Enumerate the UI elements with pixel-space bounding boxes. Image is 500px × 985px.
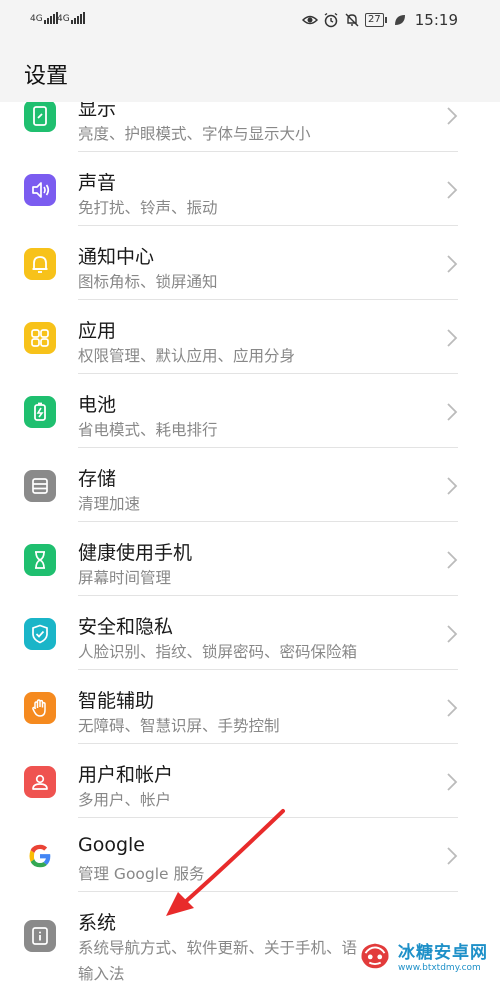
chevron-right-icon: [447, 625, 458, 643]
leaf-icon: [394, 15, 405, 25]
shield-icon: [24, 618, 56, 650]
signal-sim1: 4G: [30, 12, 58, 24]
sim2-label: 4G: [57, 14, 70, 24]
settings-item-apps[interactable]: 应用 权限管理、默认应用、应用分身: [0, 300, 500, 374]
item-title: 用户和帐户: [78, 764, 174, 786]
display-icon: [24, 102, 56, 132]
watermark-logo-icon: [361, 943, 389, 969]
settings-item-battery[interactable]: 电池 省电模式、耗电排行: [0, 374, 500, 448]
item-title: 电池: [78, 394, 117, 416]
item-subtitle: 无障碍、智慧识屏、手势控制: [78, 717, 280, 735]
item-subtitle: 屏幕时间管理: [78, 569, 172, 587]
signal-sim2: 4G: [57, 12, 85, 24]
google-icon: [24, 840, 56, 872]
settings-item-sound[interactable]: 声音 免打扰、铃声、振动: [0, 152, 500, 226]
chevron-right-icon: [447, 773, 458, 791]
item-subtitle: 管理 Google 服务: [78, 865, 205, 883]
item-title: 应用: [78, 320, 117, 342]
settings-item-google[interactable]: Google 管理 Google 服务: [0, 818, 500, 892]
battery-icon: 27: [365, 13, 387, 27]
item-subtitle: 系统导航方式、软件更新、关于手机、语: [78, 939, 358, 957]
chevron-right-icon: [447, 255, 458, 273]
settings-item-storage[interactable]: 存储 清理加速: [0, 448, 500, 522]
chevron-right-icon: [447, 107, 458, 125]
chevron-right-icon: [447, 699, 458, 717]
item-subtitle: 免打扰、铃声、振动: [78, 199, 218, 217]
settings-item-users-accounts[interactable]: 用户和帐户 多用户、帐户: [0, 744, 500, 818]
storage-icon: [24, 470, 56, 502]
item-subtitle-line2: 输入法: [78, 965, 125, 983]
item-title: 安全和隐私: [78, 616, 174, 638]
apps-icon: [24, 322, 56, 354]
signal-bars-icon: [70, 12, 85, 24]
chevron-right-icon: [447, 551, 458, 569]
page-title: 设置: [24, 64, 69, 89]
status-bar: 4G 4G 27 15:19: [0, 0, 500, 42]
settings-list[interactable]: 显示 亮度、护眼模式、字体与显示大小 声音 免打扰、铃声、振动 通知中心 图标角…: [0, 102, 500, 985]
battery-level: 27: [368, 14, 381, 25]
status-icons: 27 15:19: [302, 11, 458, 29]
battery-icon: [24, 396, 56, 428]
item-title: 存储: [78, 468, 117, 490]
status-time: 15:19: [414, 11, 458, 29]
settings-item-accessibility[interactable]: 智能辅助 无障碍、智慧识屏、手势控制: [0, 670, 500, 744]
item-subtitle: 亮度、护眼模式、字体与显示大小: [78, 125, 311, 143]
user-icon: [24, 766, 56, 798]
item-title: 系统: [78, 912, 117, 934]
item-subtitle: 权限管理、默认应用、应用分身: [78, 347, 296, 365]
hand-icon: [24, 692, 56, 724]
bell-off-icon: [345, 13, 359, 27]
item-title: Google: [78, 834, 146, 856]
settings-item-display[interactable]: 显示 亮度、护眼模式、字体与显示大小: [0, 102, 500, 152]
item-title: 智能辅助: [78, 690, 155, 712]
watermark-url: www.btxtdmy.com: [398, 962, 481, 973]
item-subtitle: 清理加速: [78, 495, 141, 513]
item-title: 显示: [78, 102, 117, 120]
eye-icon: [302, 15, 319, 25]
item-title: 声音: [78, 172, 117, 194]
watermark: 冰糖安卓网 www.btxtdmy.com: [356, 935, 496, 975]
item-subtitle: 图标角标、锁屏通知: [78, 273, 218, 291]
watermark-title: 冰糖安卓网: [398, 942, 488, 963]
item-title: 健康使用手机: [78, 542, 193, 564]
item-title: 通知中心: [78, 246, 155, 268]
hourglass-icon: [24, 544, 56, 576]
settings-item-security[interactable]: 安全和隐私 人脸识别、指纹、锁屏密码、密码保险箱: [0, 596, 500, 670]
settings-header: 设置: [0, 42, 500, 102]
item-subtitle: 省电模式、耗电排行: [78, 421, 218, 439]
bell-icon: [24, 248, 56, 280]
sound-icon: [24, 174, 56, 206]
chevron-right-icon: [447, 403, 458, 421]
system-info-icon: [24, 920, 56, 952]
settings-item-notifications[interactable]: 通知中心 图标角标、锁屏通知: [0, 226, 500, 300]
sim1-label: 4G: [30, 14, 43, 24]
chevron-right-icon: [447, 181, 458, 199]
signal-bars-icon: [43, 12, 58, 24]
item-subtitle: 多用户、帐户: [78, 791, 172, 809]
item-subtitle: 人脸识别、指纹、锁屏密码、密码保险箱: [78, 643, 358, 661]
settings-item-digital-health[interactable]: 健康使用手机 屏幕时间管理: [0, 522, 500, 596]
chevron-right-icon: [447, 847, 458, 865]
chevron-right-icon: [447, 477, 458, 495]
alarm-icon: [324, 12, 338, 28]
chevron-right-icon: [447, 329, 458, 347]
